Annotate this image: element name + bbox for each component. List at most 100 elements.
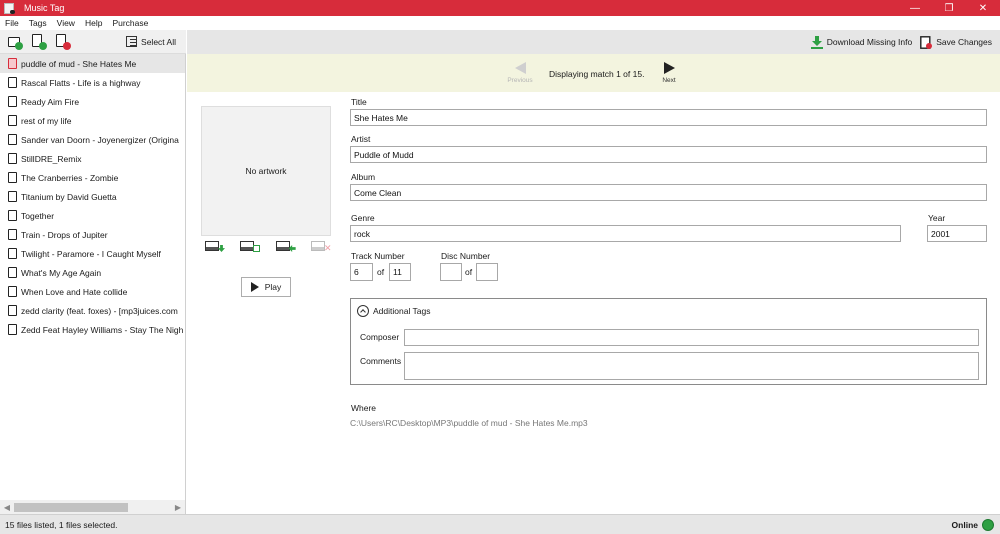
track-number-field[interactable] xyxy=(350,263,373,281)
file-item[interactable]: When Love and Hate collide xyxy=(0,282,185,301)
file-item[interactable]: Sander van Doorn - Joyenergizer (Origina xyxy=(0,130,185,149)
paste-artwork-icon[interactable] xyxy=(275,239,296,252)
file-item[interactable]: The Cranberries - Zombie xyxy=(0,168,185,187)
file-item[interactable]: What's My Age Again xyxy=(0,263,185,282)
genre-label: Genre xyxy=(351,213,375,223)
genre-field[interactable] xyxy=(350,225,901,242)
composer-label: Composer xyxy=(360,332,400,342)
maximize-button[interactable]: ❐ xyxy=(932,0,966,16)
file-item[interactable]: Titanium by David Guetta xyxy=(0,187,185,206)
previous-match-button[interactable]: Previous xyxy=(505,62,535,84)
file-item[interactable]: Ready Aim Fire xyxy=(0,92,185,111)
track-number-label: Track Number xyxy=(351,251,405,261)
remove-file-icon[interactable] xyxy=(54,33,72,50)
file-item[interactable]: Zedd Feat Hayley Williams - Stay The Nig… xyxy=(0,320,185,339)
match-status: Displaying match 1 of 15. xyxy=(549,69,645,79)
arrow-left-icon xyxy=(514,62,526,74)
title-bar: Music Tag — ❐ ✕ xyxy=(0,0,1000,16)
file-item[interactable]: puddle of mud - She Hates Me xyxy=(0,54,185,73)
close-button[interactable]: ✕ xyxy=(966,0,1000,16)
match-navigator: Previous Displaying match 1 of 15. Next xyxy=(187,54,1000,92)
year-label: Year xyxy=(928,213,946,223)
main-toolbar: Download Missing Info Save Changes xyxy=(187,30,1000,54)
comments-field[interactable] xyxy=(404,352,979,380)
file-icon xyxy=(8,324,17,335)
add-folder-icon[interactable] xyxy=(6,34,24,50)
menu-view[interactable]: View xyxy=(52,18,80,28)
menu-help[interactable]: Help xyxy=(80,18,107,28)
file-icon xyxy=(8,210,17,221)
file-icon xyxy=(8,58,17,69)
save-changes-button[interactable]: Save Changes xyxy=(920,35,992,49)
file-item[interactable]: rest of my life xyxy=(0,111,185,130)
file-list[interactable]: puddle of mud - She Hates Me Rascal Flat… xyxy=(0,54,186,500)
file-icon xyxy=(8,229,17,240)
disc-of-text: of xyxy=(465,267,473,277)
checklist-icon xyxy=(126,36,138,47)
file-icon xyxy=(8,172,17,183)
collapse-chevron-icon xyxy=(357,305,369,317)
add-file-icon[interactable] xyxy=(30,33,48,50)
download-label: Download Missing Info xyxy=(826,37,913,47)
play-button[interactable]: Play xyxy=(241,277,291,297)
scroll-right-icon[interactable]: ▶ xyxy=(171,503,185,512)
menu-tags[interactable]: Tags xyxy=(24,18,52,28)
album-label: Album xyxy=(351,172,376,182)
disc-number-field[interactable] xyxy=(440,263,462,281)
where-label: Where xyxy=(351,403,377,413)
file-icon xyxy=(8,286,17,297)
play-icon xyxy=(250,282,259,292)
disc-total-field[interactable] xyxy=(476,263,498,281)
file-item[interactable]: StillDRE_Remix xyxy=(0,149,185,168)
horizontal-scrollbar[interactable]: ◀ ▶ xyxy=(0,500,186,514)
select-all-button[interactable]: Select All xyxy=(126,36,176,47)
remove-artwork-icon: ✕ xyxy=(310,239,332,253)
artwork-panel: No artwork xyxy=(201,106,331,236)
save-label: Save Changes xyxy=(936,37,992,47)
disc-number-label: Disc Number xyxy=(441,251,491,261)
download-artwork-icon[interactable] xyxy=(205,239,225,252)
status-text: 15 files listed, 1 files selected. xyxy=(5,519,118,530)
minimize-button[interactable]: — xyxy=(898,0,932,16)
scroll-left-icon[interactable]: ◀ xyxy=(0,503,14,512)
file-item[interactable]: zedd clarity (feat. foxes) - [mp3juices.… xyxy=(0,301,185,320)
year-field[interactable] xyxy=(927,225,987,242)
save-icon xyxy=(920,35,933,49)
scrollbar-thumb[interactable] xyxy=(14,502,128,512)
file-icon xyxy=(8,305,17,316)
file-icon xyxy=(8,153,17,164)
file-path: C:\Users\RC\Desktop\MP3\puddle of mud - … xyxy=(350,418,588,428)
file-item[interactable]: Twilight - Paramore - I Caught Myself xyxy=(0,244,185,263)
file-item[interactable]: Rascal Flatts - Life is a highway xyxy=(0,73,185,92)
file-toolbar: Select All xyxy=(0,30,186,54)
window-title: Music Tag xyxy=(24,3,65,13)
add-artwork-file-icon[interactable] xyxy=(240,239,261,252)
title-field[interactable] xyxy=(350,109,987,126)
additional-tags-group: Additional Tags Composer Comments xyxy=(350,298,987,385)
next-match-button[interactable]: Next xyxy=(654,62,684,84)
comments-label: Comments xyxy=(360,356,402,366)
no-artwork-text: No artwork xyxy=(245,166,287,176)
file-icon xyxy=(8,248,17,259)
window-controls: — ❐ ✕ xyxy=(898,0,1000,16)
additional-tags-toggle[interactable]: Additional Tags xyxy=(357,305,431,317)
file-icon xyxy=(8,115,17,126)
title-label: Title xyxy=(351,97,367,107)
album-field[interactable] xyxy=(350,184,987,201)
status-bar: 15 files listed, 1 files selected. Onlin… xyxy=(0,514,1000,534)
globe-icon xyxy=(982,518,994,531)
select-all-label: Select All xyxy=(141,36,176,47)
arrow-right-icon xyxy=(663,62,675,74)
online-indicator: Online xyxy=(952,518,994,531)
file-item[interactable]: Together xyxy=(0,206,185,225)
file-icon xyxy=(8,134,17,145)
download-missing-info-button[interactable]: Download Missing Info xyxy=(810,35,913,49)
composer-field[interactable] xyxy=(404,329,979,346)
file-item[interactable]: Train - Drops of Jupiter xyxy=(0,225,185,244)
track-total-field[interactable] xyxy=(389,263,411,281)
menu-purchase[interactable]: Purchase xyxy=(107,18,153,28)
menu-bar: File Tags View Help Purchase xyxy=(0,16,1000,30)
artist-field[interactable] xyxy=(350,146,987,163)
track-of-text: of xyxy=(377,267,385,277)
menu-file[interactable]: File xyxy=(0,18,24,28)
